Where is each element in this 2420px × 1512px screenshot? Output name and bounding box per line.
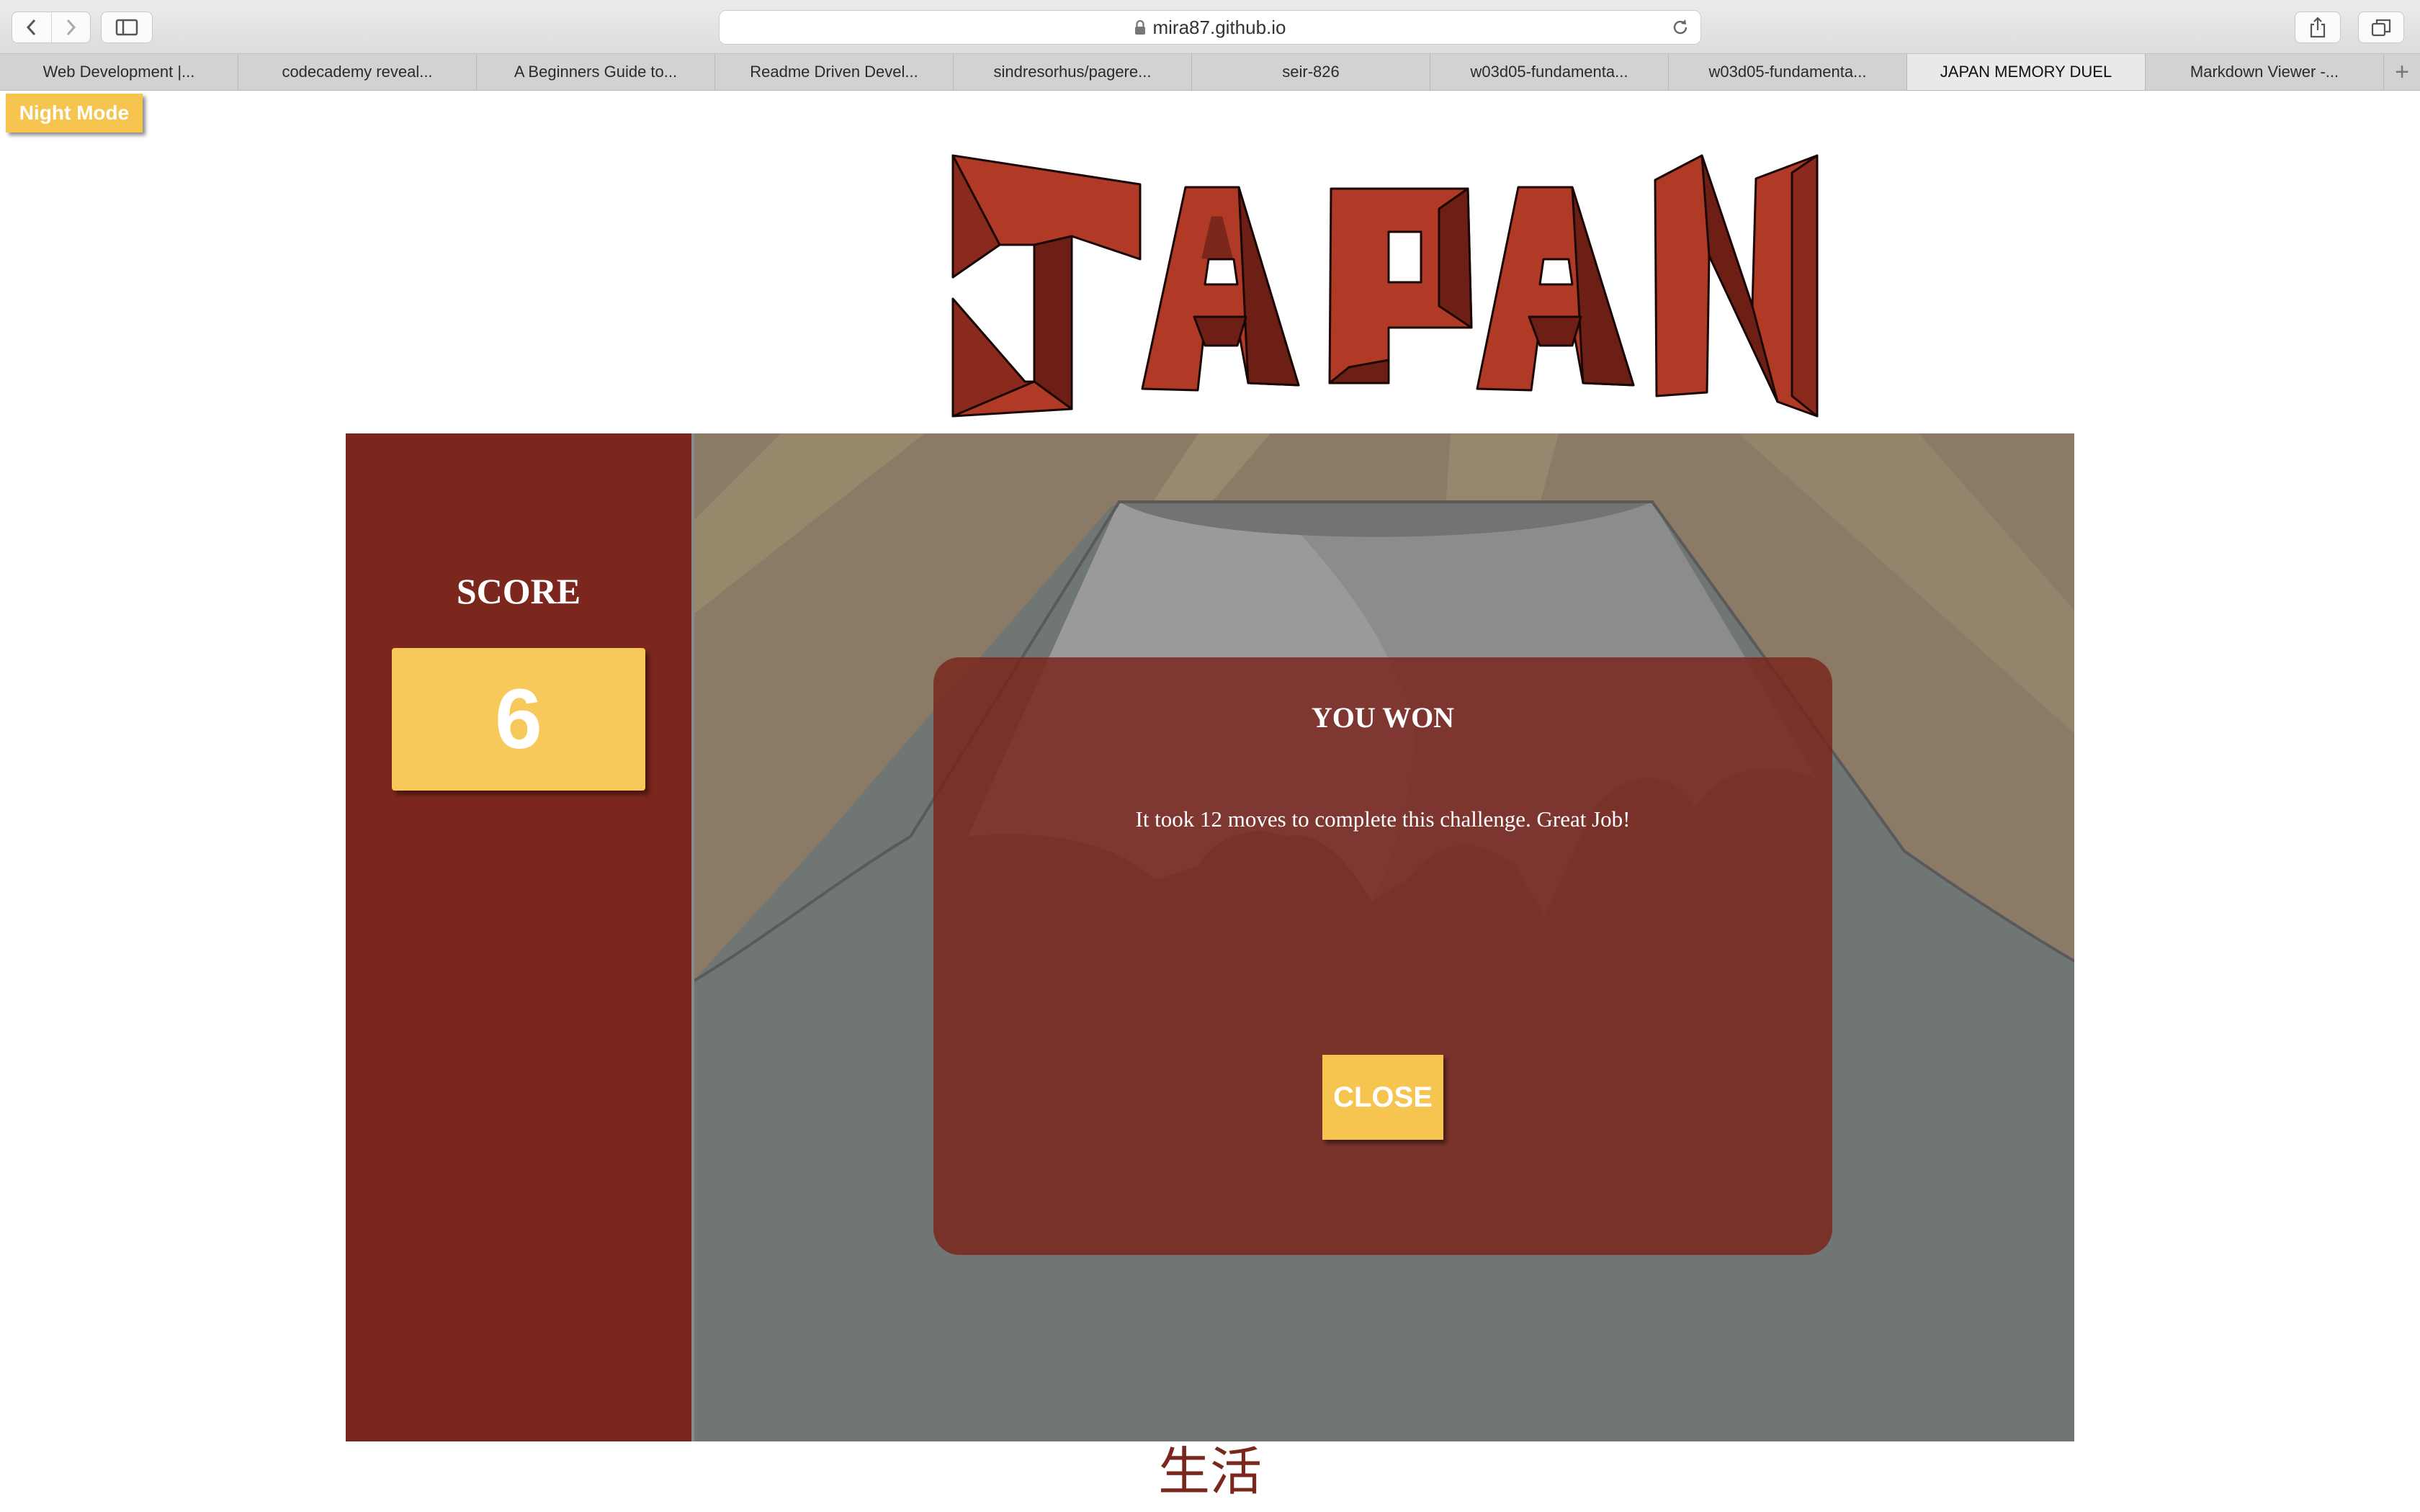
tab-readme-driven[interactable]: Readme Driven Devel...	[715, 54, 954, 90]
reload-icon	[1673, 19, 1688, 35]
tab-label: JAPAN MEMORY DUEL	[1940, 63, 2112, 81]
tab-label: A Beginners Guide to...	[514, 63, 678, 81]
tab-overview-button[interactable]	[2358, 12, 2404, 43]
tab-label: Readme Driven Devel...	[750, 63, 918, 81]
lock-icon	[1134, 19, 1145, 35]
sidebar-button[interactable]	[101, 12, 153, 43]
forward-button[interactable]	[50, 12, 91, 42]
browser-toolbar: mira87.github.io	[0, 0, 2420, 54]
reload-button[interactable]	[1670, 17, 1690, 41]
tab-w03d05-1[interactable]: w03d05-fundamenta...	[1430, 54, 1669, 90]
tab-label: sindresorhus/pagere...	[993, 63, 1152, 81]
tabs-overview-icon	[2371, 19, 2391, 37]
win-modal: YOU WON It took 12 moves to complete thi…	[933, 657, 1832, 1255]
tab-label: w03d05-fundamenta...	[1470, 63, 1628, 81]
url-text: mira87.github.io	[1152, 16, 1286, 38]
score-value: 6	[392, 648, 645, 791]
close-button[interactable]: CLOSE	[1322, 1055, 1443, 1140]
share-button[interactable]	[2295, 12, 2341, 43]
sidebar-icon	[115, 19, 138, 36]
tab-japan-memory-duel[interactable]: JAPAN MEMORY DUEL	[1907, 54, 2146, 90]
back-button[interactable]	[12, 12, 51, 42]
forward-icon	[67, 19, 76, 36]
modal-title: YOU WON	[1311, 701, 1455, 734]
tab-label: Web Development |...	[42, 63, 195, 81]
tab-seir-826[interactable]: seir-826	[1192, 54, 1430, 90]
modal-message: It took 12 moves to complete this challe…	[1135, 806, 1631, 832]
tab-label: w03d05-fundamenta...	[1708, 63, 1867, 81]
tab-label: Markdown Viewer -...	[2190, 63, 2339, 81]
japan-logo	[951, 154, 1819, 418]
address-content: mira87.github.io	[720, 11, 1700, 44]
tab-beginners-guide[interactable]: A Beginners Guide to...	[477, 54, 715, 90]
tab-label: codecademy reveal...	[282, 63, 433, 81]
history-navigation	[12, 12, 91, 43]
tab-markdown-viewer[interactable]: Markdown Viewer -...	[2146, 54, 2384, 90]
score-label: SCORE	[456, 571, 581, 611]
tab-label: seir-826	[1282, 63, 1340, 81]
footer-kanji: 生活	[1157, 1441, 1262, 1502]
back-icon	[26, 19, 35, 36]
share-icon	[2310, 17, 2326, 38]
tab-bar: Web Development |... codecademy reveal..…	[0, 54, 2420, 91]
new-tab-button[interactable]: +	[2384, 54, 2420, 90]
address-bar[interactable]: mira87.github.io	[719, 10, 1701, 45]
tab-web-development[interactable]: Web Development |...	[0, 54, 238, 90]
tab-w03d05-2[interactable]: w03d05-fundamenta...	[1669, 54, 1907, 90]
night-mode-button[interactable]: Night Mode	[6, 94, 143, 132]
plus-icon: +	[2395, 58, 2409, 86]
tab-sindresorhus[interactable]: sindresorhus/pagere...	[954, 54, 1192, 90]
score-panel: SCORE 6	[346, 433, 691, 1441]
tab-codecademy[interactable]: codecademy reveal...	[238, 54, 477, 90]
